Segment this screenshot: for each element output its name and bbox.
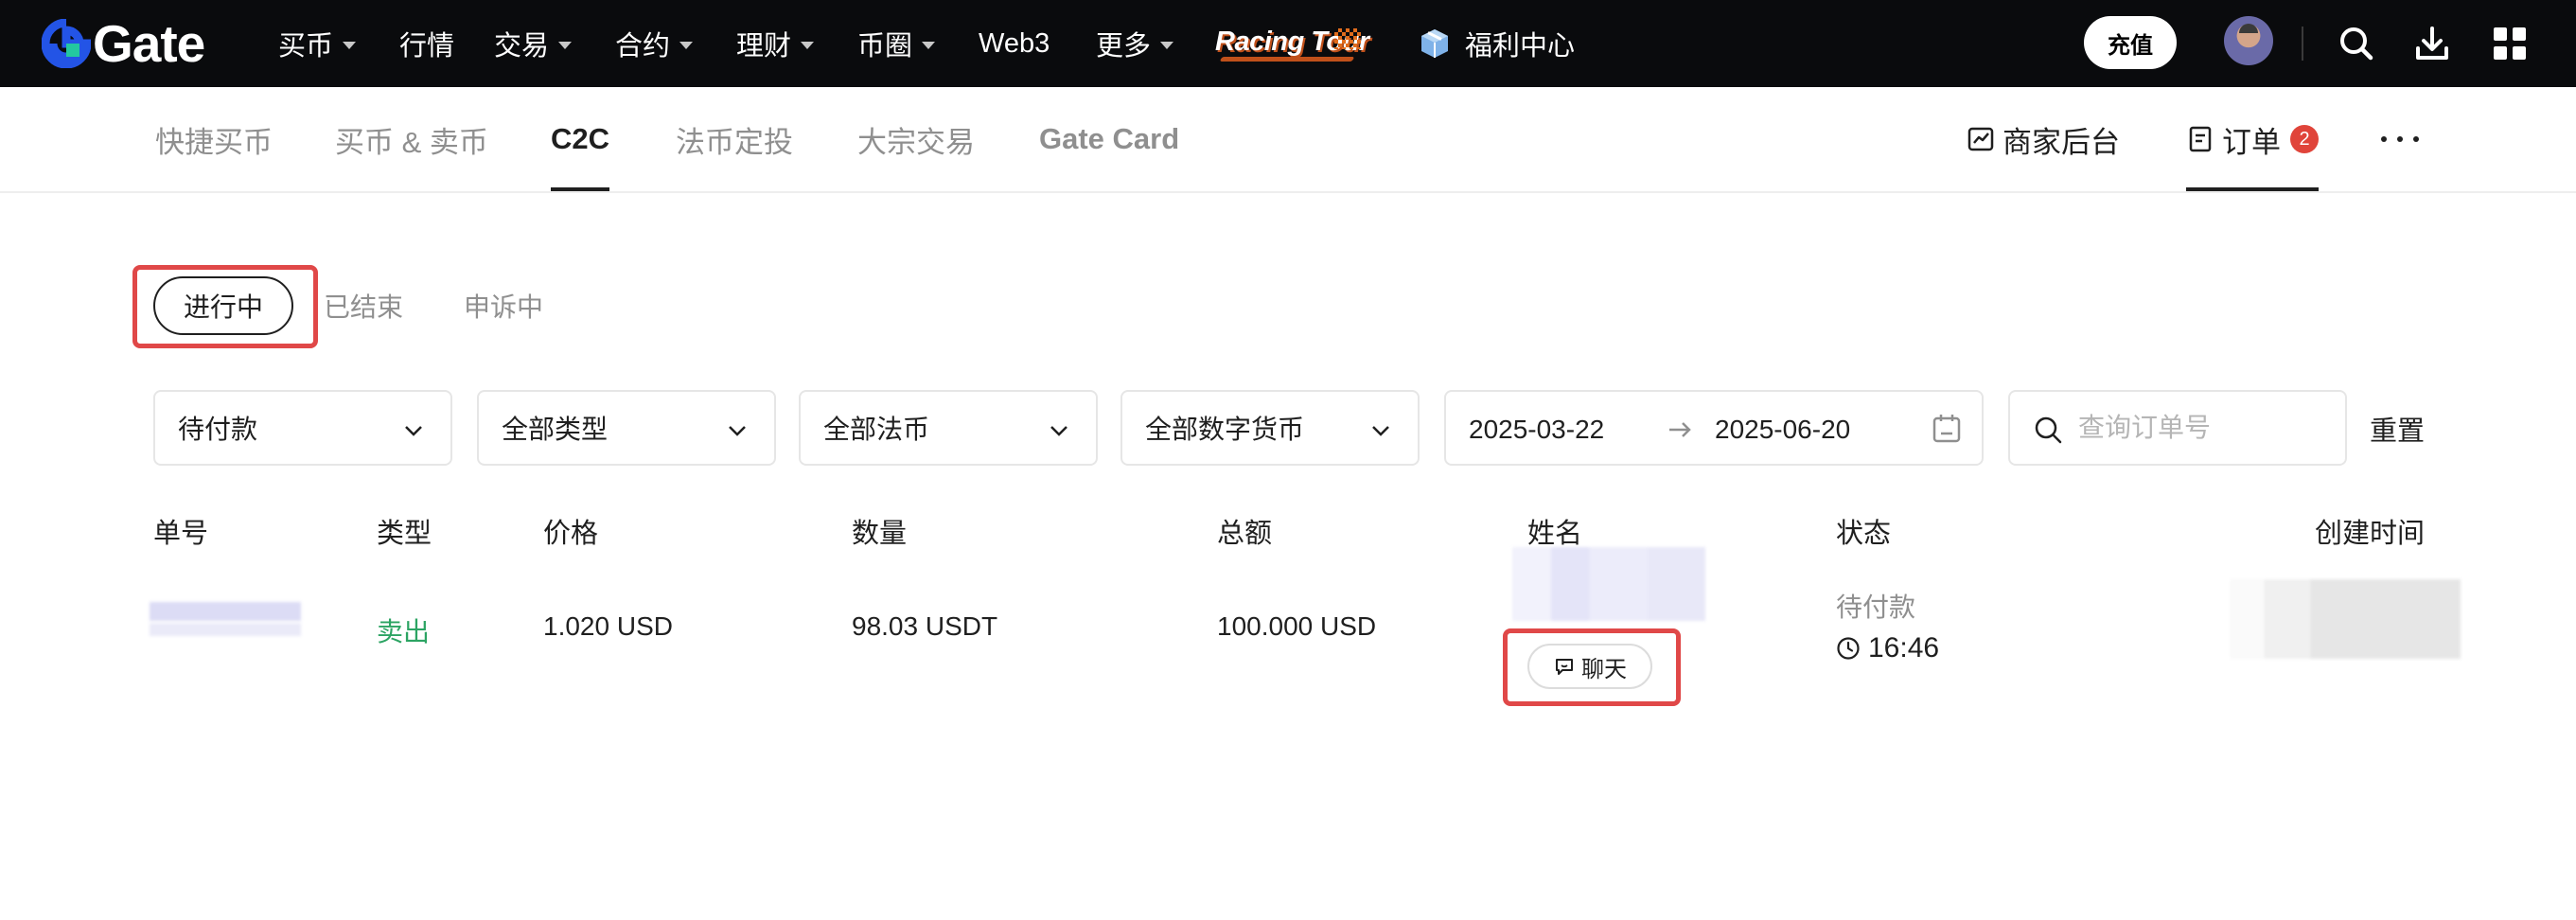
nav-item-markets[interactable]: 行情 — [399, 0, 454, 87]
tab-finished[interactable]: 已结束 — [324, 276, 403, 335]
date-from[interactable]: 2025-03-22 — [1469, 415, 1604, 445]
tab-fiat-recurring-buy[interactable]: 法币定投 — [676, 87, 793, 191]
calendar-icon[interactable] — [1931, 413, 1963, 445]
column-header-name: 姓名 — [1527, 519, 1583, 549]
chevron-down-icon — [922, 41, 936, 49]
column-header-total: 总额 — [1217, 519, 1273, 549]
nav-item-earn[interactable]: 理财 — [736, 0, 815, 87]
orders-link[interactable]: 订单 2 — [2186, 87, 2319, 191]
arrow-right-icon — [1669, 422, 1691, 437]
column-header-price: 价格 — [543, 519, 599, 549]
nav-label: 买币 — [278, 31, 334, 62]
nav-item-trade[interactable]: 交易 — [494, 0, 573, 87]
nav-item-futures[interactable]: 合约 — [615, 0, 694, 87]
chevron-down-icon — [801, 41, 815, 49]
chart-icon — [1967, 127, 1994, 151]
column-header-quantity: 数量 — [852, 519, 908, 549]
order-search-box — [2008, 390, 2347, 466]
clock-icon — [1837, 637, 1860, 660]
gift-box-icon — [1421, 29, 1448, 58]
column-header-type: 类型 — [377, 519, 432, 549]
fiat-filter-value: 全部法币 — [823, 415, 930, 444]
nav-label: 理财 — [736, 31, 792, 62]
chat-button[interactable]: 聊天 — [1527, 644, 1652, 689]
date-to[interactable]: 2025-06-20 — [1715, 415, 1850, 445]
order-type: 卖出 — [377, 617, 431, 646]
orders-count-badge: 2 — [2290, 125, 2319, 153]
chevron-down-icon — [729, 426, 746, 436]
gate-logo[interactable]: Gate — [42, 13, 205, 74]
chevron-down-icon — [405, 426, 422, 436]
nav-item-web3[interactable]: Web3 — [979, 0, 1050, 87]
racing-tour-promo[interactable]: Racing Tour — [1215, 21, 1369, 66]
nav-item-welfare-center[interactable]: 福利中心 — [1465, 0, 1575, 87]
created-time-redacted — [2230, 579, 2461, 659]
recharge-button[interactable]: 充值 — [2084, 16, 2177, 69]
nav-label: 福利中心 — [1465, 31, 1576, 62]
crypto-filter-value: 全部数字货币 — [1145, 415, 1305, 444]
document-icon — [2189, 126, 2212, 152]
date-range-picker[interactable]: 2025-03-22 2025-06-20 — [1444, 390, 1984, 466]
column-header-created-time: 创建时间 — [2315, 519, 2426, 549]
tab-quick-buy[interactable]: 快捷买币 — [155, 87, 273, 191]
order-number-redacted[interactable] — [150, 602, 301, 636]
nav-item-buy-crypto[interactable]: 买币 — [278, 0, 357, 87]
checkered-flag-icon — [1334, 28, 1361, 49]
apps-grid-icon[interactable] — [2489, 23, 2531, 64]
orders-label: 订单 — [2222, 125, 2281, 159]
chat-button-label: 聊天 — [1581, 656, 1627, 682]
fiat-filter-select[interactable]: 全部法币 — [799, 390, 1098, 466]
chat-bubble-icon — [1556, 659, 1573, 675]
chevron-down-icon — [679, 41, 694, 49]
user-avatar[interactable] — [2224, 16, 2273, 65]
status-filter-value: 待付款 — [178, 415, 258, 444]
column-header-order-no: 单号 — [153, 519, 209, 549]
order-status: 待付款 — [1836, 593, 1916, 622]
racing-swoosh — [1219, 57, 1355, 62]
search-icon[interactable] — [2336, 23, 2377, 64]
chevron-down-icon — [1372, 426, 1389, 436]
status-filter-select[interactable]: 待付款 — [153, 390, 452, 466]
chevron-down-icon — [1160, 41, 1174, 49]
nav-label: Web3 — [979, 27, 1050, 59]
reset-button[interactable]: 重置 — [2370, 409, 2425, 449]
logo-text: Gate — [93, 13, 205, 73]
payment-countdown: 16:46 — [1836, 632, 1939, 664]
chevron-down-icon — [558, 41, 573, 49]
countdown-value: 16:46 — [1868, 632, 1940, 663]
nav-item-more[interactable]: 更多 — [1096, 0, 1174, 87]
nav-label: 币圈 — [857, 31, 913, 62]
more-options-icon[interactable] — [2381, 127, 2419, 151]
top-navigation-bar: Gate 买币 行情 交易 合约 理财 币圈 Web3 更多 Racing To… — [0, 0, 2576, 87]
merchant-backend-label: 商家后台 — [2003, 125, 2120, 159]
order-total: 100.000 USD — [1217, 611, 1377, 641]
nav-label: 行情 — [399, 31, 455, 62]
tab-ongoing[interactable]: 进行中 — [153, 276, 293, 335]
chevron-down-icon — [343, 41, 357, 49]
nav-label: 合约 — [615, 31, 671, 62]
gate-logo-icon — [42, 19, 91, 68]
crypto-filter-select[interactable]: 全部数字货币 — [1120, 390, 1420, 466]
nav-divider — [2302, 27, 2303, 61]
order-price: 1.020 USD — [543, 611, 673, 641]
chevron-down-icon — [1050, 426, 1067, 436]
download-icon[interactable] — [2411, 23, 2453, 64]
order-search-input[interactable] — [2078, 407, 2334, 449]
column-header-status: 状态 — [1836, 519, 1892, 549]
type-filter-value: 全部类型 — [502, 415, 609, 444]
c2c-sub-navigation: 快捷买币 买币 & 卖币 C2C 法币定投 大宗交易 Gate Card 商家后… — [0, 87, 2576, 193]
tab-buy-sell[interactable]: 买币 & 卖币 — [335, 87, 488, 191]
nav-label: 交易 — [494, 31, 550, 62]
tab-c2c[interactable]: C2C — [551, 87, 610, 191]
nav-label: 更多 — [1096, 31, 1152, 62]
counterparty-name-redacted — [1512, 547, 1705, 621]
tab-appealing[interactable]: 申诉中 — [464, 276, 543, 335]
type-filter-select[interactable]: 全部类型 — [477, 390, 776, 466]
search-icon — [2035, 416, 2062, 444]
order-quantity: 98.03 USDT — [852, 611, 998, 641]
nav-item-community[interactable]: 币圈 — [857, 0, 936, 87]
tab-gate-card[interactable]: Gate Card — [1039, 87, 1179, 191]
merchant-backend-link[interactable]: 商家后台 — [1967, 87, 2120, 191]
tab-block-trade[interactable]: 大宗交易 — [857, 87, 975, 191]
